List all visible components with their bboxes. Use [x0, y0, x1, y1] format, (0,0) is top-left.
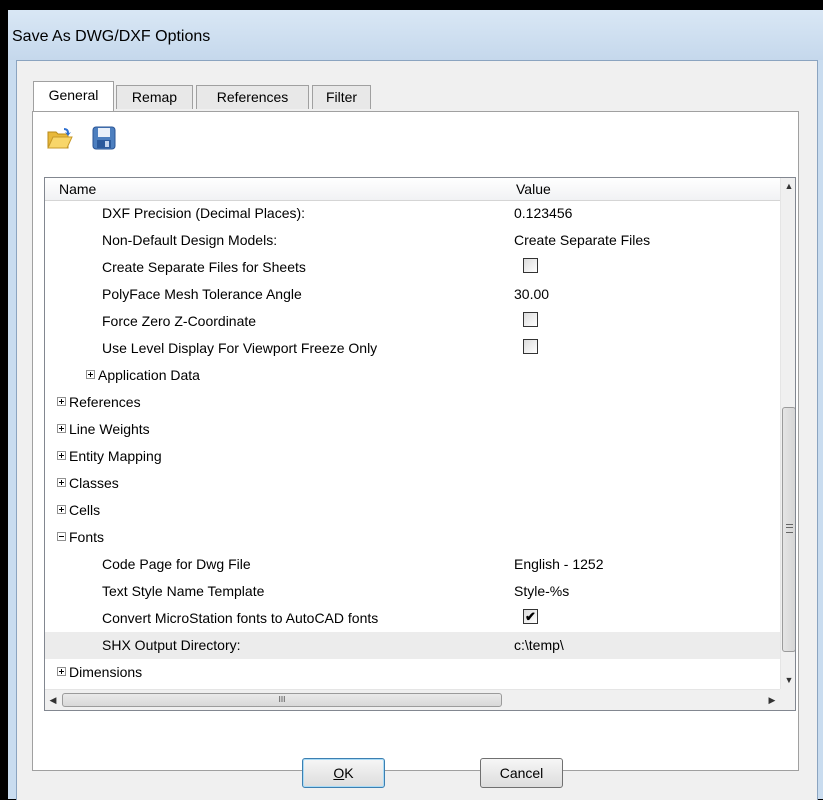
category-name: References [69, 394, 141, 410]
property-value[interactable]: English - 1252 [514, 556, 604, 572]
property-name: Force Zero Z-Coordinate [102, 313, 257, 329]
tab-filter[interactable]: Filter [312, 85, 371, 109]
property-name: Non-Default Design Models: [102, 232, 278, 248]
expand-plus-icon[interactable] [57, 505, 66, 514]
property-row[interactable]: PolyFace Mesh Tolerance Angle 30.00 [45, 281, 780, 308]
property-name: Convert MicroStation fonts to AutoCAD fo… [102, 610, 379, 626]
category-row-application-data[interactable]: Application Data [45, 362, 780, 389]
force-zero-z-checkbox[interactable] [523, 312, 538, 327]
tab-general[interactable]: General [33, 81, 114, 111]
property-name: Create Separate Files for Sheets [102, 259, 306, 275]
create-separate-sheets-checkbox[interactable] [523, 258, 538, 273]
cancel-button[interactable]: Cancel [480, 758, 563, 788]
property-row[interactable]: Non-Default Design Models: Create Separa… [45, 227, 780, 254]
category-name: Line Weights [69, 421, 150, 437]
collapse-minus-icon[interactable] [57, 532, 66, 541]
tab-references[interactable]: References [196, 85, 309, 109]
property-row-selected[interactable]: SHX Output Directory: c:\temp\ [45, 632, 780, 659]
property-row[interactable]: DXF Precision (Decimal Places): 0.123456 [45, 200, 780, 227]
property-value[interactable]: Create Separate Files [514, 232, 650, 248]
category-row-entity-mapping[interactable]: Entity Mapping [45, 443, 780, 470]
category-name: Cells [69, 502, 101, 518]
ok-label-rest: K [344, 765, 354, 781]
category-name: Classes [69, 475, 119, 491]
property-name: Use Level Display For Viewport Freeze On… [102, 340, 378, 356]
property-name: Text Style Name Template [102, 583, 265, 599]
property-row[interactable]: Create Separate Files for Sheets [45, 254, 780, 281]
category-name: Fonts [69, 529, 105, 545]
property-row[interactable]: Code Page for Dwg File English - 1252 [45, 551, 780, 578]
property-row[interactable]: Text Style Name Template Style-%s [45, 578, 780, 605]
level-display-freeze-checkbox[interactable] [523, 339, 538, 354]
property-value[interactable]: c:\temp\ [514, 637, 564, 653]
property-name: DXF Precision (Decimal Places): [102, 205, 306, 221]
category-name: Application Data [98, 367, 200, 383]
expand-plus-icon[interactable] [86, 370, 95, 379]
vertical-scroll-thumb[interactable] [782, 407, 795, 652]
ok-mnemonic: O [333, 765, 345, 781]
expand-plus-icon[interactable] [57, 667, 66, 676]
scroll-down-arrow-icon[interactable]: ▼ [781, 672, 795, 689]
property-name: Code Page for Dwg File [102, 556, 251, 572]
grip-icon [786, 524, 793, 533]
vertical-scrollbar[interactable]: ▲ ▼ [780, 178, 795, 689]
category-row-cells[interactable]: Cells [45, 497, 780, 524]
dialog-window: Save As DWG/DXF Options General Remap Re… [8, 10, 823, 800]
category-row-dimensions[interactable]: Dimensions [45, 659, 780, 686]
expand-plus-icon[interactable] [57, 478, 66, 487]
property-row[interactable]: Force Zero Z-Coordinate [45, 308, 780, 335]
scroll-up-arrow-icon[interactable]: ▲ [781, 178, 795, 195]
property-row[interactable]: Convert MicroStation fonts to AutoCAD fo… [45, 605, 780, 632]
column-header-value[interactable]: Value [516, 181, 551, 197]
horizontal-scrollbar[interactable]: ◀ III ▶ [45, 689, 780, 710]
window-title: Save As DWG/DXF Options [12, 28, 211, 45]
expand-plus-icon[interactable] [57, 397, 66, 406]
property-value[interactable]: 0.123456 [514, 205, 572, 221]
grid-rows: DXF Precision (Decimal Places): 0.123456… [45, 200, 780, 689]
tab-remap[interactable]: Remap [116, 85, 193, 109]
expand-plus-icon[interactable] [57, 424, 66, 433]
scroll-right-arrow-icon[interactable]: ▶ [764, 692, 780, 709]
property-name: SHX Output Directory: [102, 637, 241, 653]
convert-fonts-checkbox[interactable]: ✔ [523, 609, 538, 624]
grid-header: Name Value [45, 178, 780, 201]
options-property-grid: Name Value DXF Precision (Decimal Places… [44, 177, 796, 711]
ok-button[interactable]: OK [302, 758, 385, 788]
property-value[interactable]: 30.00 [514, 286, 549, 302]
category-row-references[interactable]: References [45, 389, 780, 416]
property-name: PolyFace Mesh Tolerance Angle [102, 286, 302, 302]
title-bar[interactable]: Save As DWG/DXF Options [8, 10, 823, 60]
column-header-name[interactable]: Name [59, 181, 96, 197]
category-name: Dimensions [69, 664, 143, 680]
dialog-client-area: General Remap References Filter Name Val… [16, 60, 818, 800]
category-row-fonts[interactable]: Fonts [45, 524, 780, 551]
open-folder-icon[interactable] [47, 125, 73, 151]
category-name: Entity Mapping [69, 448, 162, 464]
property-value[interactable]: Style-%s [514, 583, 569, 599]
property-row[interactable]: Use Level Display For Viewport Freeze On… [45, 335, 780, 362]
scrollbar-corner [780, 689, 795, 710]
category-row-classes[interactable]: Classes [45, 470, 780, 497]
save-icon[interactable] [91, 125, 117, 151]
scroll-left-arrow-icon[interactable]: ◀ [45, 692, 61, 709]
category-row-line-weights[interactable]: Line Weights [45, 416, 780, 443]
horizontal-scroll-thumb[interactable]: III [62, 693, 502, 707]
expand-plus-icon[interactable] [57, 451, 66, 460]
